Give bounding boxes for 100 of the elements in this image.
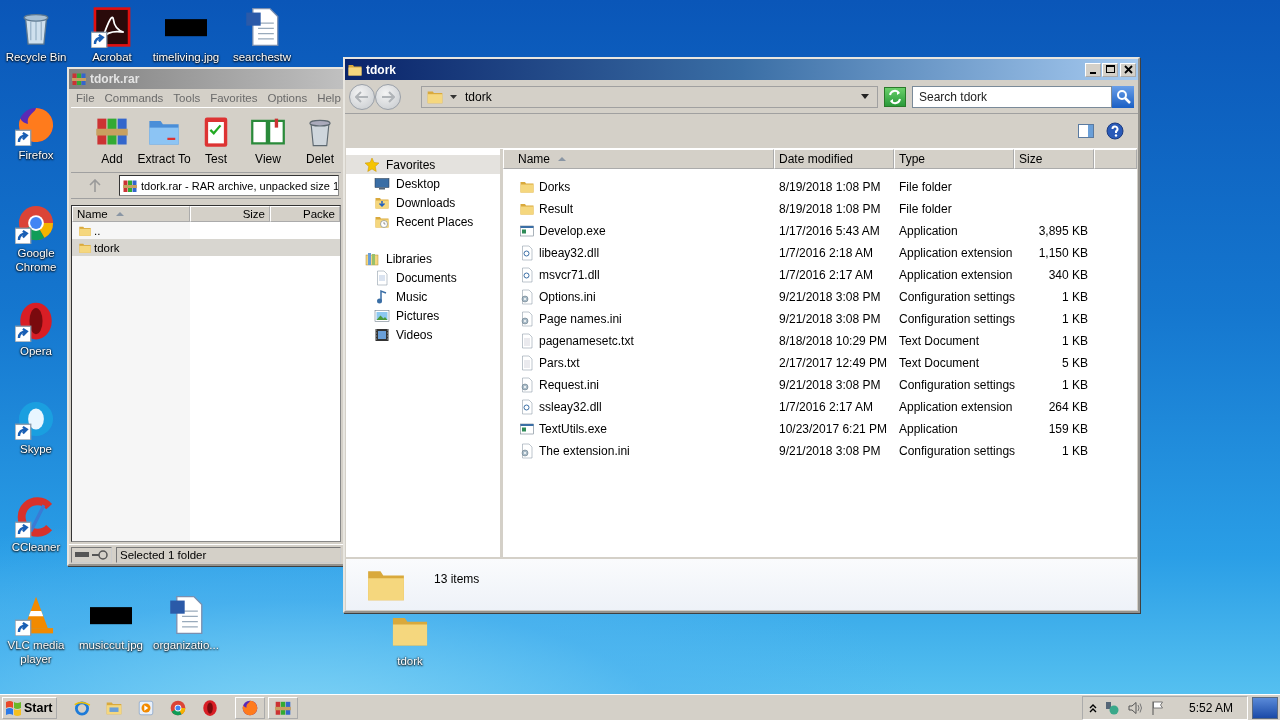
file-row[interactable]: Pars.txt 2/17/2017 12:49 PM Text Document 5 KB: [503, 352, 1137, 374]
nav-item[interactable]: Recent Places: [346, 212, 500, 231]
column-header[interactable]: Size: [190, 206, 270, 222]
toolbar-button[interactable]: View: [243, 113, 293, 166]
menu-item[interactable]: Favorites: [205, 92, 263, 104]
nav-item[interactable]: Libraries: [346, 249, 500, 268]
file-type: Configuration settings: [898, 312, 1014, 326]
file-name: msvcr71.dll: [539, 268, 600, 282]
file-row[interactable]: pagenamesetc.txt 8/18/2018 10:29 PM Text Document 1 KB: [503, 330, 1137, 352]
column-header[interactable]: Size: [1014, 149, 1094, 169]
nav-item[interactable]: Videos: [346, 325, 500, 344]
minimize-icon: [1090, 71, 1096, 74]
menu-item[interactable]: Help: [312, 92, 343, 104]
file-type: Configuration settings: [898, 290, 1014, 304]
date-modified: 8/19/2018 1:08 PM: [778, 180, 882, 194]
item-count: 13 items: [434, 572, 480, 586]
library-file-icon: [519, 267, 535, 283]
date-modified: 1/7/2016 2:17 AM: [778, 268, 875, 282]
desktop-icon-label[interactable]: Acrobat: [92, 50, 132, 64]
taskbar-button[interactable]: [235, 696, 266, 719]
window-title: tdork: [366, 62, 397, 77]
browser-icon[interactable]: [201, 698, 220, 717]
nav-item[interactable]: Desktop: [346, 174, 500, 193]
menu-item[interactable]: Options: [262, 92, 313, 104]
column-header[interactable]: Packe: [270, 206, 340, 222]
file-row[interactable]: The extension.ini 9/21/2018 3:08 PM Configuration settings 1 KB: [503, 440, 1137, 462]
date-modified: 1/7/2016 2:18 AM: [778, 246, 875, 260]
minimize-button[interactable]: [1085, 62, 1101, 77]
file-row[interactable]: msvcr71.dll 1/7/2016 2:17 AM Application extension 340 KB: [503, 264, 1137, 286]
desktop-icon-label[interactable]: Recycle Bin: [5, 50, 67, 64]
menu-item[interactable]: Tools: [168, 92, 206, 104]
breadcrumb[interactable]: tdork: [450, 89, 851, 104]
clock[interactable]: 5:52 AM: [1188, 700, 1233, 715]
nav-item[interactable]: Pictures: [346, 306, 500, 325]
network-icon[interactable]: [1103, 699, 1120, 716]
file-row[interactable]: libeay32.dll 1/7/2016 2:18 AM Application extension 1,150 KB: [503, 242, 1137, 264]
file-row[interactable]: Page names.ini 9/21/2018 3:08 PM Configuration settings 1 KB: [503, 308, 1137, 330]
nav-item[interactable]: Music: [346, 287, 500, 306]
app-icon[interactable]: [91, 6, 133, 48]
address-bar[interactable]: tdork: [421, 85, 878, 108]
up-arrow-icon: [89, 178, 101, 193]
file-name: tdork: [94, 241, 120, 254]
file-size: 159 KB: [1047, 422, 1089, 436]
taskbar-button[interactable]: [268, 696, 299, 719]
nav-item[interactable]: Favorites: [346, 155, 500, 174]
desktop-icon-label[interactable]: timeliving.jpg: [152, 50, 220, 64]
text-file-icon: [519, 333, 535, 349]
file-name: pagenamesetc.txt: [539, 334, 634, 348]
desktop-icon-label[interactable]: Google Chrome: [3, 246, 69, 274]
toolbar-button[interactable]: Extract To: [139, 113, 189, 166]
menu-item[interactable]: Commands: [99, 92, 169, 104]
start-button[interactable]: Start: [2, 696, 58, 719]
column-header[interactable]: Type: [894, 149, 1014, 169]
file-name: Page names.ini: [539, 312, 622, 326]
preview-pane-icon[interactable]: [1078, 124, 1094, 138]
file-size: 1 KB: [1061, 312, 1089, 326]
toolbar-button[interactable]: Test: [191, 113, 241, 166]
desktop-icon-label[interactable]: Opera: [20, 344, 52, 358]
file-size: 1 KB: [1061, 378, 1089, 392]
file-row[interactable]: Develop.exe 1/17/2016 5:43 AM Application 3,895 KB: [503, 220, 1137, 242]
close-icon: [1122, 64, 1134, 75]
help-icon[interactable]: [1106, 122, 1124, 140]
file-type: Application: [898, 422, 959, 436]
close-button[interactable]: [1120, 62, 1136, 77]
desktop-icon-label[interactable]: searchestw: [232, 50, 292, 64]
file-row[interactable]: Request.ini 9/21/2018 3:08 PM Configuration settings 1 KB: [503, 374, 1137, 396]
file-size: 5 KB: [1061, 356, 1089, 370]
file-type: Text Document: [898, 356, 981, 370]
refresh-button[interactable]: [884, 86, 906, 107]
file-type: Configuration settings: [898, 378, 1014, 392]
application-icon: [519, 223, 535, 239]
search-button[interactable]: [1112, 85, 1134, 108]
file-row[interactable]: Result 8/19/2018 1:08 PM File folder: [503, 198, 1137, 220]
folder-icon: [519, 201, 535, 217]
file-row[interactable]: Options.ini 9/21/2018 3:08 PM Configuration settings 1 KB: [503, 286, 1137, 308]
archive-row[interactable]: tdork: [72, 239, 340, 256]
column-header[interactable]: Name: [503, 149, 774, 169]
archive-row[interactable]: ..: [72, 222, 340, 239]
maximize-button[interactable]: [1102, 62, 1118, 77]
flag-icon[interactable]: [1149, 699, 1166, 716]
file-size: 3,895 KB: [1037, 224, 1089, 238]
toolbar-button[interactable]: Add: [87, 113, 137, 166]
nav-item[interactable]: Downloads: [346, 193, 500, 212]
settings-file-icon: [519, 377, 535, 393]
search-field[interactable]: Search tdork: [912, 85, 1112, 108]
column-header[interactable]: Date modified: [774, 149, 894, 169]
key-icon: [92, 549, 108, 560]
nav-item[interactable]: Documents: [346, 268, 500, 287]
volume-icon[interactable]: [1126, 699, 1143, 716]
file-row[interactable]: ssleay32.dll 1/7/2016 2:17 AM Application extension 264 KB: [503, 396, 1137, 418]
address-field[interactable]: tdork.rar - RAR archive, unpacked size 1: [119, 175, 339, 196]
file-row[interactable]: Dorks 8/19/2018 1:08 PM File folder: [503, 176, 1137, 198]
column-header[interactable]: Name: [72, 206, 190, 222]
menu-item[interactable]: File: [71, 92, 100, 104]
text-file-icon: [519, 355, 535, 371]
date-modified: 9/21/2018 3:08 PM: [778, 312, 882, 326]
chevron-icon[interactable]: [1088, 702, 1097, 713]
desktop-icon-label[interactable]: Firefox: [18, 148, 54, 162]
file-row[interactable]: TextUtils.exe 10/23/2017 6:21 PM Application 159 KB: [503, 418, 1137, 440]
show-desktop-button[interactable]: [1252, 696, 1278, 719]
